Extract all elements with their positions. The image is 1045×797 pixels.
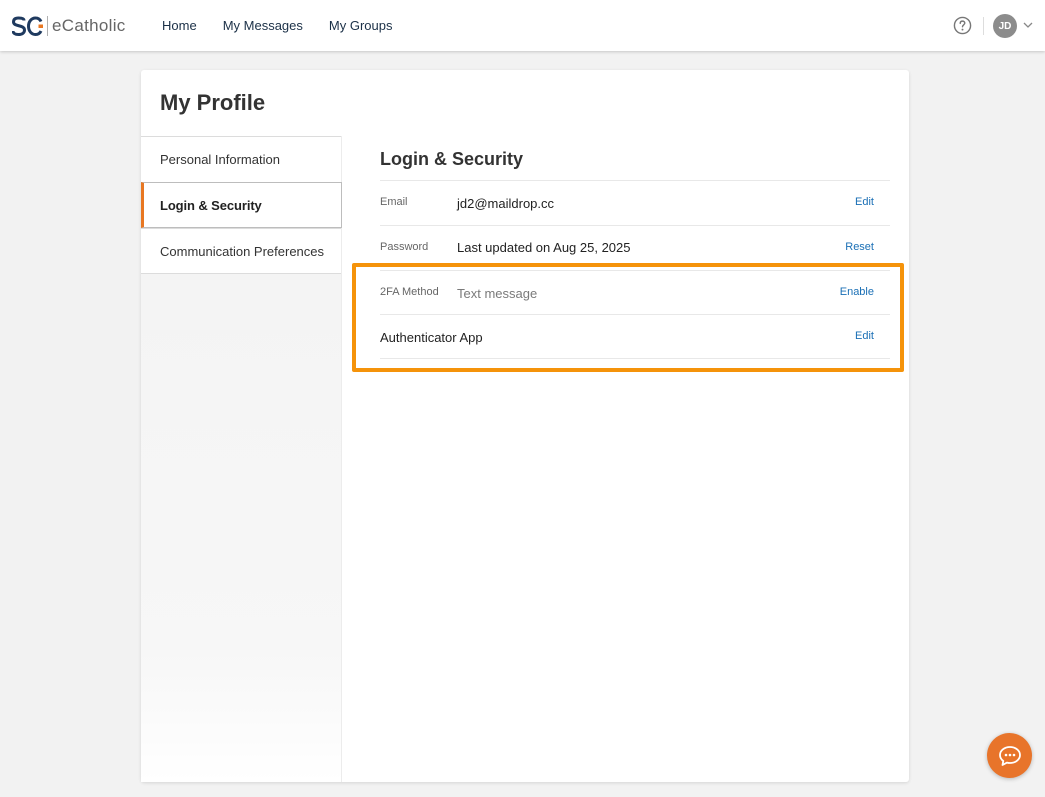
sidebar-item-personal-information[interactable]: Personal Information	[141, 136, 341, 182]
chat-button[interactable]	[987, 733, 1032, 778]
help-icon[interactable]	[953, 16, 972, 35]
top-navigation-bar: eCatholic Home My Messages My Groups JD	[0, 0, 1045, 51]
password-row: Password Last updated on Aug 25, 2025 Re…	[380, 225, 890, 270]
password-label: Password	[380, 241, 429, 253]
sidebar-item-communication-preferences[interactable]: Communication Preferences	[141, 228, 341, 274]
sidebar-item-label: Personal Information	[160, 152, 280, 167]
logo-text: eCatholic	[52, 16, 126, 35]
profile-sidebar: Personal Information Login & Security Co…	[141, 136, 342, 782]
profile-card: My Profile Personal Information Login & …	[141, 70, 909, 782]
header-separator	[983, 17, 984, 35]
2fa-method-row: 2FA Method Text message Enable	[380, 270, 890, 315]
nav-my-messages[interactable]: My Messages	[223, 18, 303, 33]
authenticator-edit-link[interactable]: Edit	[855, 330, 874, 342]
page-title: My Profile	[160, 90, 266, 115]
main-nav: Home My Messages My Groups	[162, 0, 418, 51]
user-avatar[interactable]: JD	[993, 14, 1017, 38]
section-title: Login & Security	[380, 149, 524, 169]
sidebar-item-label: Login & Security	[160, 197, 262, 213]
authenticator-app-row: Authenticator App Edit	[380, 314, 890, 359]
ecatholic-logo[interactable]: eCatholic	[12, 14, 126, 38]
logo-divider	[47, 16, 48, 36]
nav-home[interactable]: Home	[162, 18, 197, 33]
2fa-enable-link[interactable]: Enable	[840, 286, 874, 298]
sc-logo-mark	[12, 14, 43, 38]
sidebar-item-label: Communication Preferences	[160, 243, 325, 259]
password-reset-link[interactable]: Reset	[845, 241, 874, 253]
email-value: jd2@maildrop.cc	[457, 196, 555, 211]
email-label: Email	[380, 196, 408, 208]
2fa-method-label: 2FA Method	[380, 286, 439, 298]
chat-bubble-icon	[998, 745, 1021, 766]
sidebar-item-login-security[interactable]: Login & Security	[141, 182, 342, 228]
email-row: Email jd2@maildrop.cc Edit	[380, 180, 890, 225]
chevron-down-icon[interactable]	[1023, 21, 1033, 29]
password-value: Last updated on Aug 25, 2025	[457, 240, 631, 255]
nav-my-groups[interactable]: My Groups	[329, 18, 393, 33]
email-edit-link[interactable]: Edit	[855, 196, 874, 208]
2fa-method-value: Text message	[457, 286, 538, 301]
authenticator-app-label: Authenticator App	[380, 330, 483, 345]
